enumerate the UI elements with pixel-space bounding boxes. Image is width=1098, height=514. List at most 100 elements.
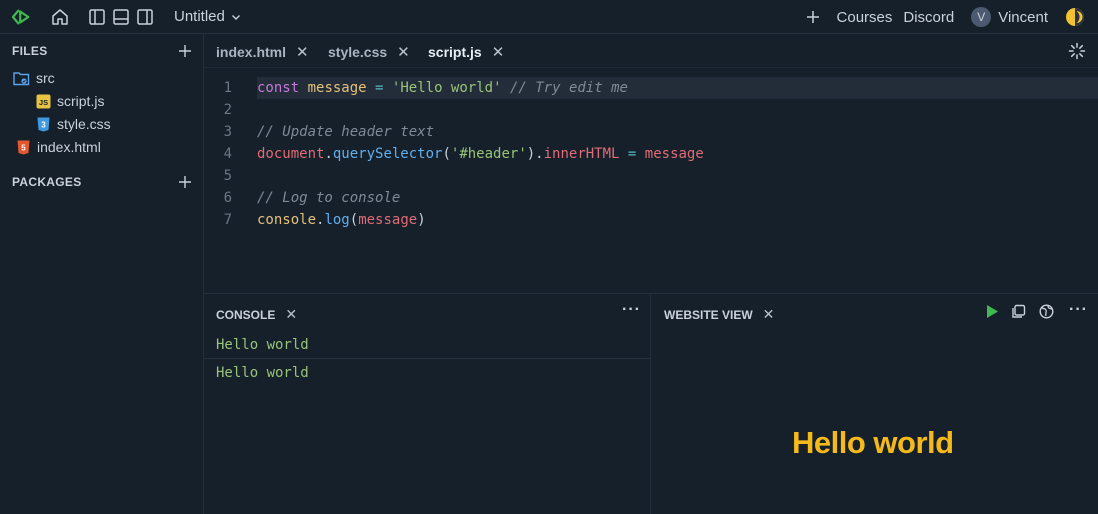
discord-link[interactable]: Discord xyxy=(903,9,954,26)
editor-tabs: index.html ✕ style.css ✕ script.js ✕ xyxy=(204,34,1098,68)
more-options-icon[interactable]: ··· xyxy=(622,301,641,319)
code-token: '#header' xyxy=(450,146,527,162)
close-icon[interactable]: ✕ xyxy=(492,43,505,61)
svg-text:JS: JS xyxy=(39,98,48,107)
code-line[interactable]: 2 xyxy=(204,99,1098,121)
code-text: const message = 'Hello world' // Try edi… xyxy=(257,77,628,99)
code-text: // Update header text xyxy=(257,121,434,143)
top-bar: Untitled Courses Discord V Vincent xyxy=(0,0,1098,34)
code-editor[interactable]: 1 const message = 'Hello world' // Try ed… xyxy=(204,68,1098,294)
tree-item-label: index.html xyxy=(37,139,101,155)
courses-link[interactable]: Courses xyxy=(837,9,893,26)
tab-label: index.html xyxy=(216,44,287,60)
console-header: CONSOLE ✕ xyxy=(216,306,297,323)
file-explorer-sidebar: FILES src JS script.js 3 style.css 5 ind… xyxy=(0,34,204,514)
close-icon[interactable]: ✕ xyxy=(296,43,309,61)
tab-style-css[interactable]: style.css ✕ xyxy=(328,43,410,61)
chevron-down-icon xyxy=(231,12,241,22)
tree-file-index-html[interactable]: 5 index.html xyxy=(16,137,101,157)
close-icon[interactable]: ✕ xyxy=(285,306,297,323)
project-title-dropdown[interactable]: Untitled xyxy=(174,8,241,25)
code-token: . xyxy=(324,146,333,162)
css-file-icon: 3 xyxy=(36,117,51,132)
packages-section-title: PACKAGES xyxy=(12,175,82,189)
console-panel: CONSOLE ✕ ··· Hello world Hello world xyxy=(204,295,651,514)
html-file-icon: 5 xyxy=(16,140,31,155)
tree-item-label: style.css xyxy=(57,116,111,132)
tab-index-html[interactable]: index.html ✕ xyxy=(216,43,309,61)
code-token: // Log to console xyxy=(257,190,401,206)
code-token: querySelector xyxy=(332,146,443,162)
home-icon[interactable] xyxy=(50,7,70,27)
line-number: 1 xyxy=(223,80,232,96)
code-line[interactable]: 1 const message = 'Hello world' // Try ed… xyxy=(204,77,1098,99)
svg-text:5: 5 xyxy=(21,143,26,152)
code-text: console.log(message) xyxy=(257,209,426,231)
code-token: ( xyxy=(349,212,359,228)
files-section-title: FILES xyxy=(12,44,48,58)
tab-script-js[interactable]: script.js ✕ xyxy=(428,43,504,61)
code-line[interactable]: 7 console.log(message) xyxy=(204,209,1098,231)
website-view-header: WEBSITE VIEW ✕ xyxy=(664,306,774,323)
code-line[interactable]: 3 // Update header text xyxy=(204,121,1098,143)
code-token: innerHTML xyxy=(543,146,620,162)
folder-icon xyxy=(13,71,30,86)
add-icon[interactable] xyxy=(806,10,820,24)
code-token: const xyxy=(257,80,300,96)
copy-icon[interactable] xyxy=(1011,304,1026,319)
toggle-sidebar-icon[interactable] xyxy=(87,7,107,27)
project-title: Untitled xyxy=(174,8,225,25)
theme-toggle-icon[interactable] xyxy=(1064,6,1086,28)
run-icon[interactable] xyxy=(985,304,999,319)
code-token: // Try edit me xyxy=(509,80,628,96)
tree-item-label: src xyxy=(36,70,55,86)
code-token: ( xyxy=(442,146,451,162)
code-token: console xyxy=(257,212,317,228)
code-text: document.querySelector('#header').innerH… xyxy=(257,143,704,165)
toggle-right-panel-icon[interactable] xyxy=(135,7,155,27)
code-token: log xyxy=(324,212,350,228)
tree-file-script-js[interactable]: JS script.js xyxy=(36,91,104,111)
website-view-title: WEBSITE VIEW xyxy=(664,307,753,322)
line-number: 7 xyxy=(223,212,232,228)
code-token: document xyxy=(257,146,325,162)
code-token: ). xyxy=(526,146,544,162)
console-title: CONSOLE xyxy=(216,307,276,322)
close-icon[interactable]: ✕ xyxy=(763,306,775,323)
console-log-line: Hello world xyxy=(216,365,309,381)
tree-folder-src[interactable]: src xyxy=(13,68,55,88)
close-icon[interactable]: ✕ xyxy=(397,43,410,61)
svg-text:3: 3 xyxy=(41,120,46,129)
toggle-bottom-panel-icon[interactable] xyxy=(111,7,131,27)
website-heading: Hello world xyxy=(792,425,954,460)
tree-item-label: script.js xyxy=(57,93,105,109)
code-token: message xyxy=(644,146,704,162)
code-token: 'Hello world' xyxy=(391,80,502,96)
console-log-line: Hello world xyxy=(204,332,651,359)
code-line[interactable]: 6 // Log to console xyxy=(204,187,1098,209)
line-number: 5 xyxy=(223,168,232,184)
code-text: // Log to console xyxy=(257,187,400,209)
logo-icon[interactable] xyxy=(12,7,32,27)
code-token: message xyxy=(358,212,418,228)
add-package-icon[interactable] xyxy=(178,175,192,189)
code-token: // Update header text xyxy=(257,124,435,140)
globe-icon[interactable] xyxy=(1039,304,1054,319)
more-options-icon[interactable]: ··· xyxy=(1069,301,1088,319)
user-name[interactable]: Vincent xyxy=(998,9,1048,26)
line-number: 3 xyxy=(223,124,232,140)
tab-label: style.css xyxy=(328,44,388,60)
code-line[interactable]: 4 document.querySelector('#header').inner… xyxy=(204,143,1098,165)
tab-label: script.js xyxy=(428,44,482,60)
add-file-icon[interactable] xyxy=(178,44,192,58)
tree-file-style-css[interactable]: 3 style.css xyxy=(36,114,111,134)
javascript-file-icon: JS xyxy=(36,94,51,109)
avatar[interactable]: V xyxy=(971,7,992,27)
code-line[interactable]: 5 xyxy=(204,165,1098,187)
